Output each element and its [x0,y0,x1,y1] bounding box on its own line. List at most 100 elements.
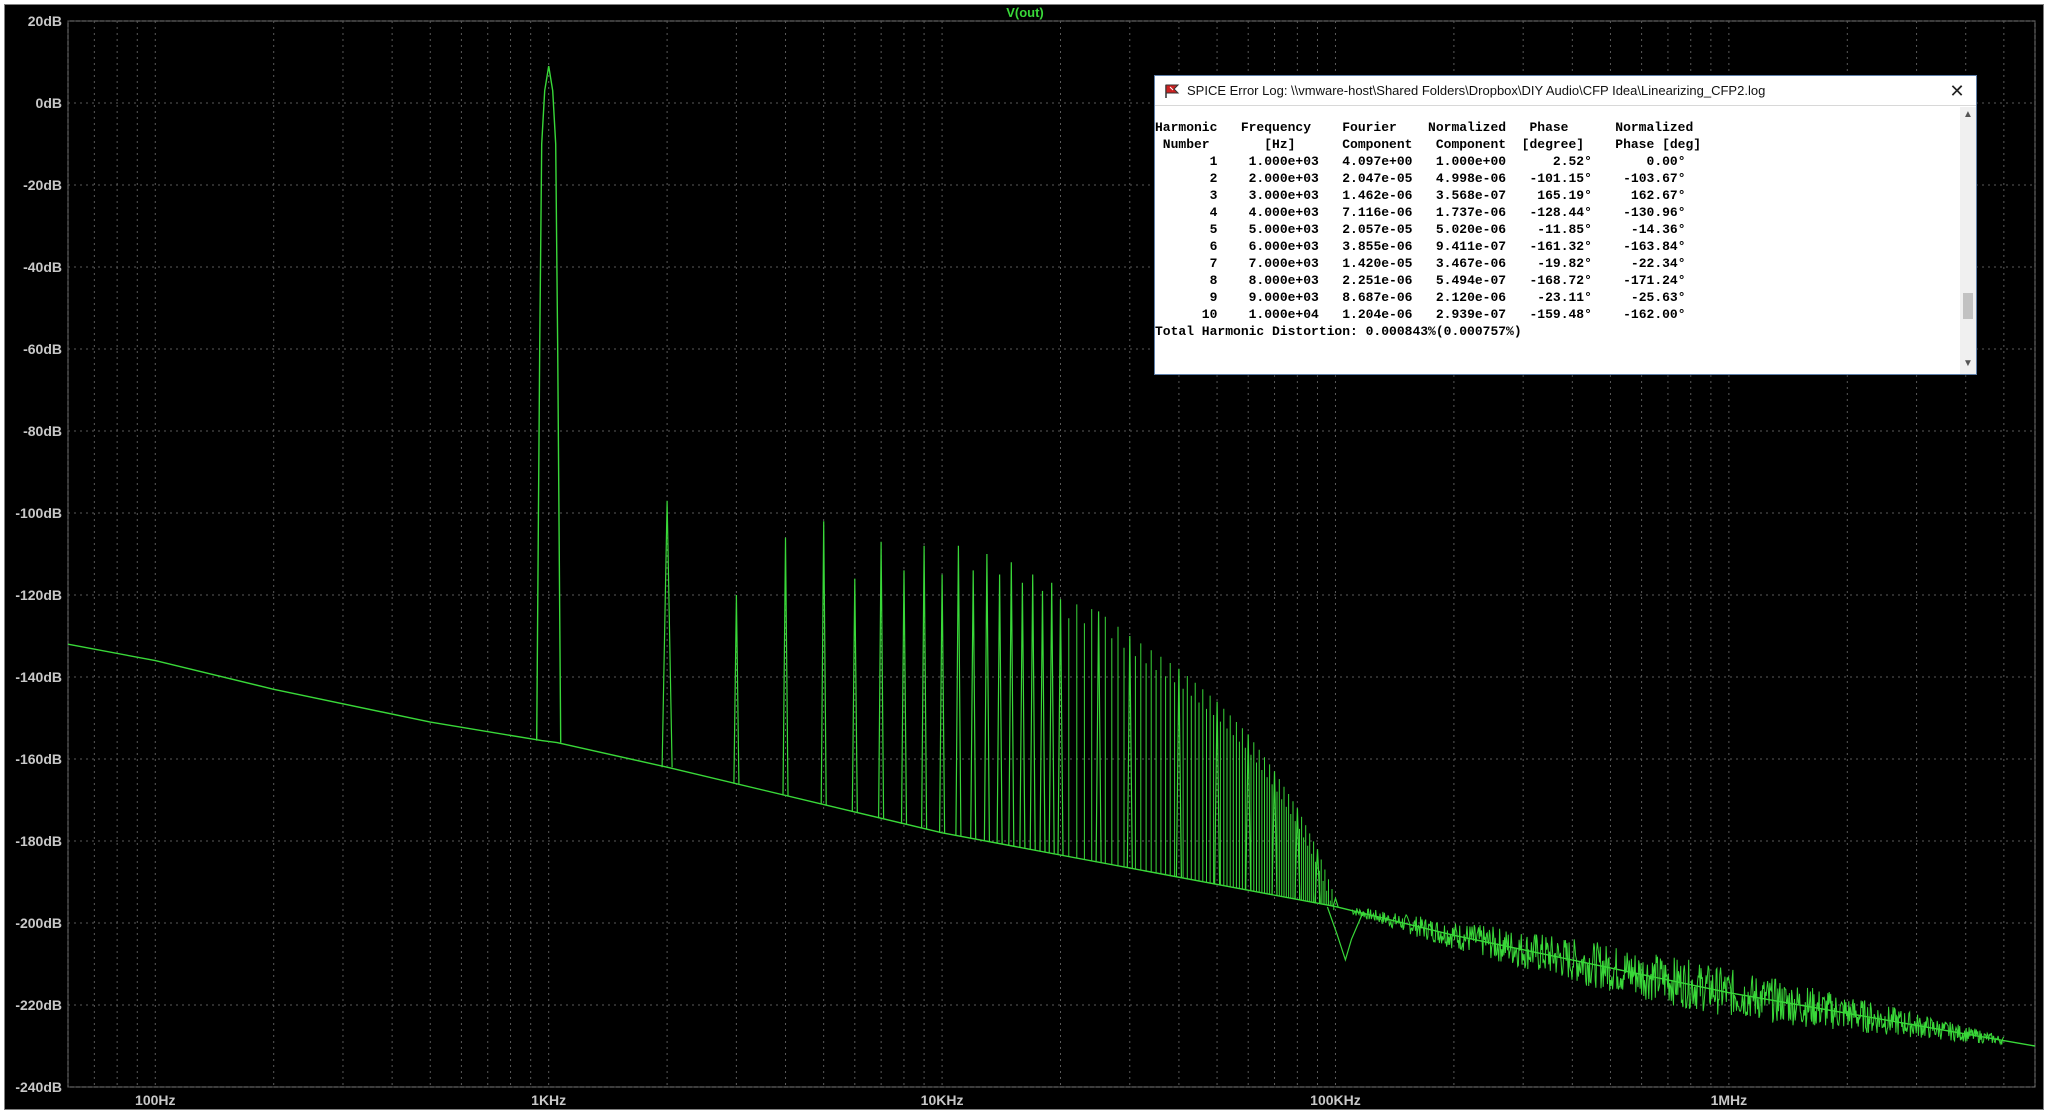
resonance-dip [1326,906,1364,962]
harmonic-cell: 3.568e-07 [1412,188,1507,203]
y-tick-label: -100dB [15,505,62,521]
title-bar[interactable]: SPICE Error Log: \\vmware-host\Shared Fo… [1155,76,1976,106]
y-tick-label: 20dB [28,13,62,29]
log-header-line: Number [Hz] Component Component [degree]… [1155,137,1702,152]
harmonic-cell: 7.116e-06 [1318,205,1413,220]
harmonic-cell: 5.494e-07 [1412,273,1507,288]
spice-error-log-window[interactable]: SPICE Error Log: \\vmware-host\Shared Fo… [1154,75,1977,375]
harmonic-cell: 1.000e+00 [1412,154,1507,169]
harmonic-cell: 3.855e-06 [1318,239,1413,254]
harmonic-cell: 3 [1155,188,1218,203]
harmonic-cell: 2.120e-06 [1412,290,1507,305]
harmonic-spike [782,537,789,796]
harmonic-cell: -22.34° [1591,256,1686,271]
harmonic-cell: -162.00° [1591,307,1686,322]
harmonic-cell: 3.467e-06 [1412,256,1507,271]
harmonic-row: 10 1.000e+04 1.204e-06 2.939e-07 -159.48… [1155,306,1960,323]
harmonic-spike [1039,590,1046,852]
harmonic-cell: -168.72° [1506,273,1592,288]
y-tick-label: -120dB [15,587,62,603]
x-tick-label: 1MHz [1711,1092,1748,1108]
y-tick-label: -240dB [15,1079,62,1095]
harmonic-cell: 4.998e-06 [1412,171,1507,186]
scroll-up-arrow-icon[interactable]: ▲ [1960,109,1976,123]
harmonic-spike [1029,574,1036,850]
harmonic-cell: -171.24° [1591,273,1686,288]
harmonic-cell: 9.000e+03 [1217,290,1319,305]
thd-line: Total Harmonic Distortion: 0.000843%(0.0… [1155,324,1522,339]
y-tick-label: 0dB [36,95,62,111]
vertical-scrollbar[interactable]: ▲ ▼ [1960,107,1976,374]
harmonic-cell: 4 [1155,205,1218,220]
harmonic-row: 6 6.000e+03 3.855e-06 9.411e-07 -161.32°… [1155,238,1960,255]
harmonic-spike [733,594,740,784]
y-tick-label: -200dB [15,915,62,931]
y-tick-label: -140dB [15,669,62,685]
scroll-thumb[interactable] [1963,293,1973,319]
harmonic-cell: -14.36° [1591,222,1686,237]
harmonic-cell: 7 [1155,256,1218,271]
log-content[interactable]: Harmonic Frequency Fourier Normalized Ph… [1155,107,1960,374]
harmonic-spike [1271,771,1278,896]
close-button[interactable]: ✕ [1946,80,1968,102]
harmonic-cell: 8.687e-06 [1318,290,1413,305]
harmonic-cell: -101.15° [1506,171,1592,186]
x-tick-label: 10KHz [921,1092,964,1108]
y-tick-label: -60dB [23,341,62,357]
harmonic-row: 7 7.000e+03 1.420e-05 3.467e-06 -19.82° … [1155,255,1960,272]
harmonic-cell: 1.000e+03 [1217,154,1319,169]
y-tick-label: -160dB [15,751,62,767]
harmonic-cell: 1.737e-06 [1412,205,1507,220]
harmonic-cell: 9.411e-07 [1412,239,1507,254]
y-tick-label: -180dB [15,833,62,849]
harmonic-row: 1 1.000e+03 4.097e+00 1.000e+00 2.52° 0.… [1155,153,1960,170]
harmonic-cell: 162.67° [1591,188,1686,203]
window-title: SPICE Error Log: \\vmware-host\Shared Fo… [1187,83,1766,98]
harmonic-cell: -19.82° [1506,256,1592,271]
scroll-down-arrow-icon[interactable]: ▼ [1960,358,1976,372]
harmonic-row: 8 8.000e+03 2.251e-06 5.494e-07 -168.72°… [1155,272,1960,289]
harmonic-row: 2 2.000e+03 2.047e-05 4.998e-06 -101.15°… [1155,170,1960,187]
harmonic-cell: 10 [1155,307,1218,322]
harmonic-cell: 2.251e-06 [1318,273,1413,288]
harmonic-cell: -103.67° [1591,171,1686,186]
harmonic-cell: 8.000e+03 [1217,273,1319,288]
y-tick-label: -20dB [23,177,62,193]
harmonic-spike [900,570,908,824]
harmonic-cell: -163.84° [1591,239,1686,254]
harmonic-cell: 5.000e+03 [1217,222,1319,237]
harmonic-cell: 2.52° [1506,154,1592,169]
harmonic-spike [983,553,991,842]
harmonic-cell: -130.96° [1591,205,1686,220]
harmonic-spike [820,521,827,805]
harmonic-spike [970,570,977,839]
harmonic-spike [955,545,962,836]
harmonic-row: 3 3.000e+03 1.462e-06 3.568e-07 165.19° … [1155,187,1960,204]
harmonic-cell: 165.19° [1506,188,1592,203]
harmonic-cell: -23.11° [1506,290,1592,305]
harmonic-row: 9 9.000e+03 8.687e-06 2.120e-06 -23.11° … [1155,289,1960,306]
harmonic-spike [1008,562,1015,846]
harmonic-spike [851,578,858,813]
harmonic-cell: -161.32° [1506,239,1592,254]
harmonic-cell: 8 [1155,273,1218,288]
harmonic-cell: -159.48° [1506,307,1592,322]
harmonic-cell: 4.097e+00 [1318,154,1413,169]
harmonic-cell: 5 [1155,222,1218,237]
harmonic-row: 4 4.000e+03 7.116e-06 1.737e-06 -128.44°… [1155,204,1960,221]
harmonic-spike [1332,896,1339,907]
harmonic-spike [996,574,1003,844]
harmonic-cell: 2.057e-05 [1318,222,1413,237]
harmonic-cell: 3.000e+03 [1217,188,1319,203]
harmonic-spike [1048,582,1055,854]
x-tick-label: 1KHz [531,1092,566,1108]
log-header-line: Harmonic Frequency Fourier Normalized Ph… [1155,120,1694,135]
harmonic-cell: 1.420e-05 [1318,256,1413,271]
close-icon: ✕ [1949,80,1965,101]
harmonic-spike [1126,635,1133,869]
harmonic-cell: 5.020e-06 [1412,222,1507,237]
harmonic-cell: 0.00° [1591,154,1686,169]
x-tick-label: 100Hz [135,1092,175,1108]
y-tick-label: -40dB [23,259,62,275]
harmonic-spike [1057,599,1064,856]
